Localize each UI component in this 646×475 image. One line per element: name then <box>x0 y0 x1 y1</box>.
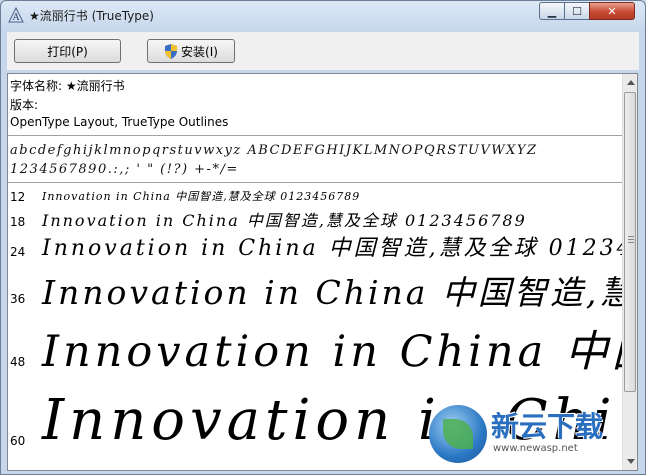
maximize-icon: ☐ <box>572 4 582 18</box>
sample-text-18: Innovation in China 中国智造,慧及全球 0123456789 <box>42 211 527 230</box>
leaf-icon <box>443 419 473 449</box>
watermark-url: www.newasp.net <box>493 443 578 454</box>
size-label-48: 48 <box>10 355 26 369</box>
sample-text-48: Innovation in China 中国 <box>42 327 638 377</box>
svg-text:A: A <box>12 13 20 23</box>
uac-shield-icon <box>165 43 178 59</box>
size-label-18: 18 <box>10 215 26 229</box>
size-label-12: 12 <box>10 190 26 204</box>
watermark: 新云下载 www.newasp.net <box>429 403 641 469</box>
close-icon: ✕ <box>607 4 617 18</box>
size-label-60: 60 <box>10 434 26 448</box>
scroll-up-icon <box>626 80 635 85</box>
title-bar[interactable]: A ★流丽行书 (TrueType) ▁ ☐ ✕ <box>1 1 645 29</box>
scroll-up-button[interactable] <box>623 74 637 91</box>
close-button[interactable]: ✕ <box>589 2 635 20</box>
watermark-logo-icon <box>429 405 487 463</box>
install-button[interactable]: 安装(I) <box>147 39 235 63</box>
sample-text-24: Innovation in China 中国智造,慧及全球 0123456789 <box>42 236 637 261</box>
font-app-icon: A <box>8 7 24 23</box>
minimize-button[interactable]: ▁ <box>539 2 565 20</box>
grip-line <box>628 242 634 243</box>
font-version-line: 版本: <box>10 98 39 112</box>
divider <box>8 135 622 136</box>
toolbar: 打印(P) 安装(I) <box>7 32 639 70</box>
sample-text-12: Innovation in China 中国智造,慧及全球 0123456789 <box>42 190 361 203</box>
divider <box>8 182 622 183</box>
print-button[interactable]: 打印(P) <box>14 39 121 63</box>
grip-line <box>628 239 634 240</box>
charset-line-2: 1234567890.:,; ' " (!?) +-*/= <box>10 162 239 177</box>
print-button-label: 打印(P) <box>47 44 88 59</box>
grip-line <box>628 236 634 237</box>
size-label-36: 36 <box>10 292 26 306</box>
font-viewer-window: A ★流丽行书 (TrueType) ▁ ☐ ✕ 打印(P) 安装(I) 字体名… <box>0 0 646 475</box>
size-label-24: 24 <box>10 245 26 259</box>
maximize-button[interactable]: ☐ <box>564 2 590 20</box>
minimize-icon: ▁ <box>547 4 557 18</box>
font-type-line: OpenType Layout, TrueType Outlines <box>10 115 229 129</box>
sample-text-36: Innovation in China 中国智造,慧及全球 <box>42 273 637 312</box>
window-title: ★流丽行书 (TrueType) <box>29 9 154 23</box>
charset-line-1: abcdefghijklmnopqrstuvwxyz ABCDEFGHIJKLM… <box>10 143 538 158</box>
font-name-line: 字体名称: ★流丽行书 <box>10 79 125 93</box>
install-button-label: 安装(I) <box>181 44 218 59</box>
scrollbar-thumb[interactable] <box>624 92 636 392</box>
watermark-text: 新云下载 <box>491 410 604 443</box>
